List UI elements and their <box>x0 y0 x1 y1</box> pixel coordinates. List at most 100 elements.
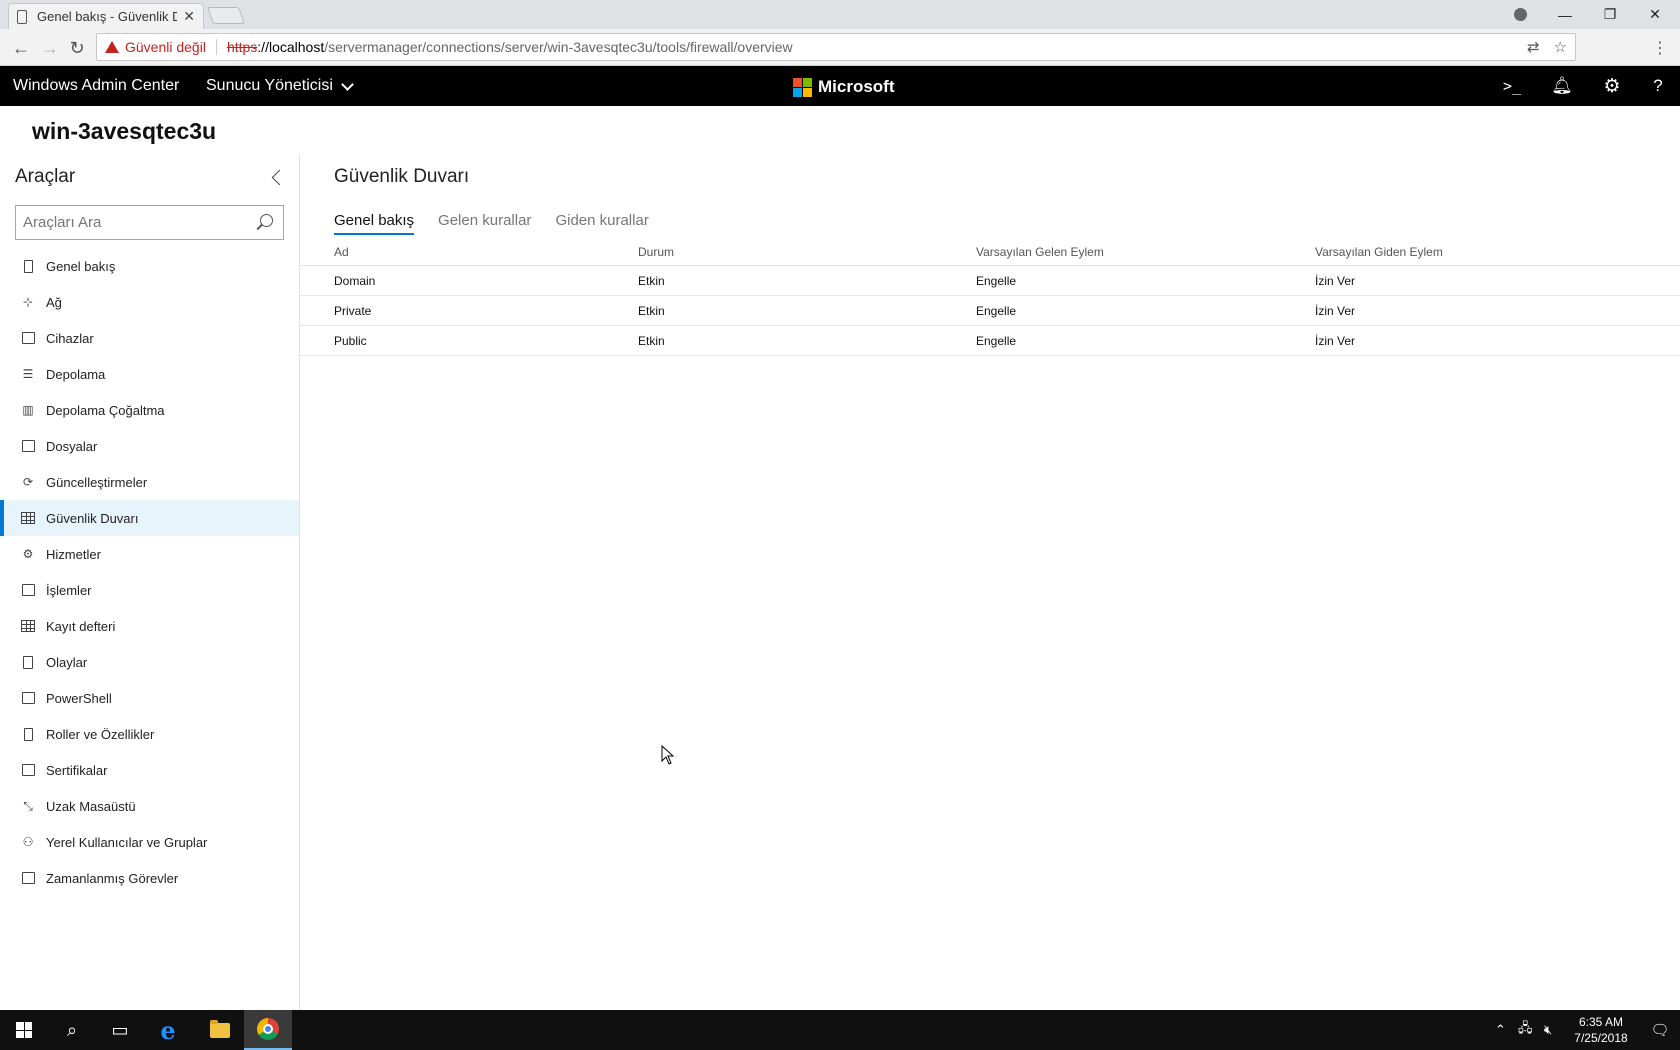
internet-explorer-icon[interactable]: e <box>144 1010 192 1050</box>
reload-icon[interactable]: ↻ <box>64 35 90 61</box>
sidebar-item-storage[interactable]: ☰ Depolama <box>0 356 299 392</box>
events-icon <box>20 655 36 669</box>
brand-name: Microsoft <box>818 77 895 96</box>
sidebar-item-certificates[interactable]: Sertifikalar <box>0 752 299 788</box>
sidebar-item-label: Roller ve Özellikler <box>46 726 155 742</box>
security-label[interactable]: Güvenli değil <box>125 39 206 55</box>
settings-gear-icon[interactable]: ⚙ <box>1599 74 1625 98</box>
chevron-down-icon <box>341 77 354 91</box>
sidebar-item-roles[interactable]: Roller ve Özellikler <box>0 716 299 752</box>
sidebar-item-label: Cihazlar <box>46 330 94 346</box>
new-tab-button[interactable] <box>206 7 246 24</box>
volume-muted-icon[interactable]: 🔇︎ <box>1544 1010 1552 1050</box>
column-header-default-outbound[interactable]: Varsayılan Giden Eylem <box>1315 245 1680 259</box>
firewall-profiles-table: Ad Durum Varsayılan Gelen Eylem Varsayıl… <box>300 238 1680 356</box>
column-header-status[interactable]: Durum <box>638 245 976 259</box>
cell-default-outbound: İzin Ver <box>1315 273 1356 288</box>
files-icon <box>20 439 36 453</box>
browser-menu-icon[interactable]: ⋮ <box>1650 35 1670 61</box>
back-arrow-icon[interactable]: ← <box>8 35 34 61</box>
microsoft-logo: Microsoft <box>793 77 895 97</box>
table-row[interactable]: Public Etkin Engelle İzin Ver <box>300 326 1680 356</box>
profile-icon[interactable] <box>1505 0 1535 29</box>
browser-tab[interactable]: Genel bakış - Güvenlik Du ✕ <box>8 3 204 29</box>
help-icon[interactable]: ? <box>1645 74 1671 98</box>
task-view-icon[interactable]: ▭ <box>96 1010 144 1050</box>
cell-name: Private <box>334 303 372 318</box>
sidebar-item-network[interactable]: ⊹ Ağ <box>0 284 299 320</box>
collapse-chevron-icon[interactable] <box>268 168 286 188</box>
minimize-icon[interactable]: — <box>1550 0 1580 29</box>
sidebar-item-label: Kayıt defteri <box>46 618 116 634</box>
sidebar-item-firewall[interactable]: Güvenlik Duvarı <box>0 500 299 536</box>
table-row[interactable]: Private Etkin Engelle İzin Ver <box>300 296 1680 326</box>
window-close-icon[interactable]: ✕ <box>1640 0 1670 29</box>
sidebar-item-services[interactable]: ⚙ Hizmetler <box>0 536 299 572</box>
sidebar-item-label: Yerel Kullanıcılar ve Gruplar <box>46 834 208 850</box>
search-icon[interactable] <box>260 214 273 227</box>
tab-outbound-rules[interactable]: Giden kurallar <box>555 212 648 235</box>
sidebar-item-local-users[interactable]: ⚇ Yerel Kullanıcılar ve Gruplar <box>0 824 299 860</box>
system-clock[interactable]: 6:35 AM 7/25/2018 <box>1565 1010 1637 1050</box>
sidebar-item-label: Depolama <box>46 366 106 382</box>
sidebar-item-registry[interactable]: Kayıt defteri <box>0 608 299 644</box>
cell-status: Etkin <box>638 303 665 318</box>
scheduled-tasks-icon <box>20 871 36 885</box>
server-icon <box>20 259 36 273</box>
devices-icon <box>20 331 36 345</box>
sidebar-item-label: Genel bakış <box>46 258 116 274</box>
address-bar[interactable]: Güvenli değil https ://localhost /server… <box>96 33 1576 61</box>
server-name: win-3avesqtec3u <box>32 118 217 144</box>
sidebar-item-label: Hizmetler <box>46 546 101 562</box>
sidebar-item-remote-desktop[interactable]: ⤡ Uzak Masaüstü <box>0 788 299 824</box>
sidebar-item-label: Dosyalar <box>46 438 98 454</box>
tab-inbound-rules[interactable]: Gelen kurallar <box>438 212 531 235</box>
start-button[interactable] <box>0 1010 48 1050</box>
storage-icon: ☰ <box>22 367 34 381</box>
cell-default-inbound: Engelle <box>976 273 1017 288</box>
sidebar-item-overview[interactable]: Genel bakış <box>0 248 299 284</box>
remote-desktop-icon: ⤡ <box>23 798 33 813</box>
column-header-name[interactable]: Ad <box>300 245 638 259</box>
tray-chevron-up-icon[interactable]: ⌃ <box>1495 1010 1506 1050</box>
sidebar-item-storage-replica[interactable]: ▥ Depolama Çoğaltma <box>0 392 299 428</box>
sidebar-item-powershell[interactable]: PowerShell <box>0 680 299 716</box>
solution-switcher[interactable]: Sunucu Yöneticisi <box>206 77 354 95</box>
cell-status: Etkin <box>638 273 665 288</box>
app-title[interactable]: Windows Admin Center <box>13 77 179 95</box>
sidebar-item-label: Güncelleştirmeler <box>46 474 148 490</box>
sidebar-item-files[interactable]: Dosyalar <box>0 428 299 464</box>
sidebar-item-label: Zamanlanmış Görevler <box>46 870 179 886</box>
app-header: Windows Admin Center Sunucu Yöneticisi M… <box>0 66 1680 106</box>
action-center-icon[interactable]: 🗨︎ <box>1640 1010 1680 1050</box>
column-header-default-inbound[interactable]: Varsayılan Gelen Eylem <box>976 245 1315 259</box>
sidebar-item-scheduled-tasks[interactable]: Zamanlanmış Görevler <box>0 860 299 896</box>
sidebar-item-updates[interactable]: ⟳ Güncelleştirmeler <box>0 464 299 500</box>
clock-time: 6:35 AM <box>1578 1015 1624 1029</box>
certificates-icon <box>20 763 36 777</box>
network-tray-icon[interactable]: 🖧︎ <box>1518 1010 1533 1050</box>
forward-arrow-icon[interactable]: → <box>37 35 63 61</box>
table-row[interactable]: Domain Etkin Engelle İzin Ver <box>300 266 1680 296</box>
main-content: Güvenlik Duvarı Genel bakış Gelen kurall… <box>300 154 1680 1010</box>
browser-tab-title: Genel bakış - Güvenlik Du <box>37 9 178 24</box>
tab-close-icon[interactable]: ✕ <box>183 8 195 25</box>
sidebar-item-label: Ağ <box>46 294 62 310</box>
sidebar-item-events[interactable]: Olaylar <box>0 644 299 680</box>
microsoft-logo-icon <box>793 77 812 97</box>
chrome-icon[interactable] <box>244 1010 292 1050</box>
powershell-icon <box>20 691 36 705</box>
notifications-bell-icon[interactable]: 🔔︎ <box>1549 74 1575 98</box>
powershell-prompt-icon[interactable]: >_ <box>1499 74 1525 98</box>
bookmark-star-icon[interactable]: ☆ <box>1554 38 1567 56</box>
registry-icon <box>20 619 36 633</box>
tools-search-input[interactable] <box>16 206 246 239</box>
sidebar-item-processes[interactable]: İşlemler <box>0 572 299 608</box>
taskbar-search-icon[interactable]: ⌕ <box>48 1010 96 1050</box>
url-host: ://localhost <box>257 39 325 55</box>
translate-icon[interactable]: ⇄ <box>1527 38 1540 56</box>
sidebar-item-devices[interactable]: Cihazlar <box>0 320 299 356</box>
file-explorer-icon[interactable] <box>196 1010 244 1050</box>
tab-overview[interactable]: Genel bakış <box>334 212 415 235</box>
restore-icon[interactable]: ❐ <box>1595 0 1625 29</box>
